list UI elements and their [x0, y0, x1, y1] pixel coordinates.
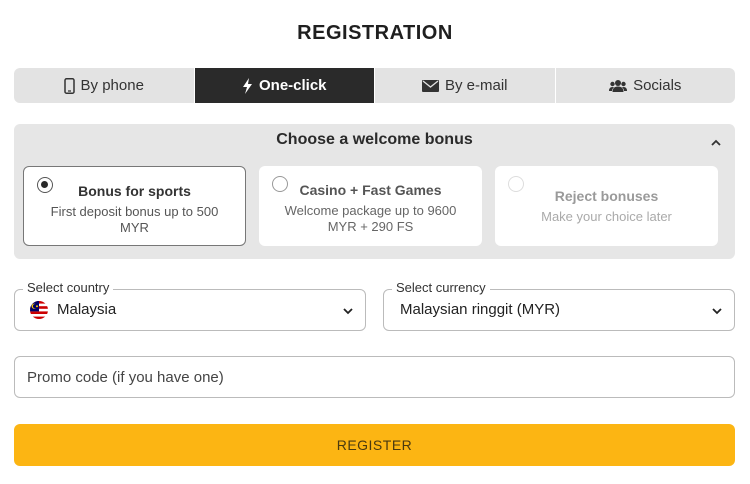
bonus-option-title: Reject bonuses	[554, 188, 659, 204]
register-button[interactable]: REGISTER	[14, 424, 735, 466]
tab-label: Socials	[633, 77, 682, 94]
radio-button[interactable]	[272, 176, 288, 192]
chevron-down-icon	[343, 308, 353, 315]
users-icon	[609, 79, 628, 92]
chevron-up-icon[interactable]	[709, 136, 723, 150]
tab-label: By phone	[80, 77, 144, 94]
phone-icon	[63, 77, 75, 94]
currency-select-value: Malaysian ringgit (MYR)	[400, 301, 561, 318]
tab-label: By e-mail	[444, 77, 508, 94]
currency-select[interactable]: Select currency Malaysian ringgit (MYR)	[383, 280, 735, 331]
tab-one-click[interactable]: One-click	[194, 68, 375, 103]
registration-tabs: By phone One-click By e-mail Socials	[14, 68, 735, 103]
bonus-option-title: Bonus for sports	[78, 183, 191, 199]
bonus-option-subtitle: Welcome package up to 9600 MYR + 290 FS	[284, 203, 457, 234]
currency-select-label: Select currency	[392, 280, 490, 295]
bonus-option-reject[interactable]: Reject bonuses Make your choice later	[495, 166, 718, 246]
lightning-icon	[242, 77, 252, 94]
promo-code-input[interactable]	[14, 356, 735, 398]
tab-socials[interactable]: Socials	[556, 68, 736, 103]
bonus-option-subtitle: First deposit bonus up to 500 MYR	[50, 204, 219, 235]
radio-button[interactable]	[508, 176, 524, 192]
malaysia-flag-icon	[30, 301, 48, 319]
tab-label: One-click	[258, 77, 327, 94]
envelope-icon	[421, 79, 439, 92]
tab-by-phone[interactable]: By phone	[14, 68, 195, 103]
page-title: REGISTRATION	[297, 22, 453, 44]
chevron-down-icon	[712, 308, 722, 315]
bonus-option-subtitle: Make your choice later	[541, 209, 672, 224]
welcome-bonus-panel: Choose a welcome bonus Bonus for sports …	[14, 124, 735, 259]
bonus-panel-header: Choose a welcome bonus	[276, 131, 473, 148]
country-select-label: Select country	[23, 280, 114, 295]
bonus-option-casino[interactable]: Casino + Fast Games Welcome package up t…	[259, 166, 482, 246]
bonus-option-title: Casino + Fast Games	[299, 182, 442, 198]
country-select[interactable]: Select country Malaysia	[14, 280, 366, 331]
bonus-option-sports[interactable]: Bonus for sports First deposit bonus up …	[23, 166, 246, 246]
radio-button[interactable]	[37, 177, 53, 193]
country-select-value: Malaysia	[57, 301, 117, 318]
tab-by-email[interactable]: By e-mail	[375, 68, 556, 103]
